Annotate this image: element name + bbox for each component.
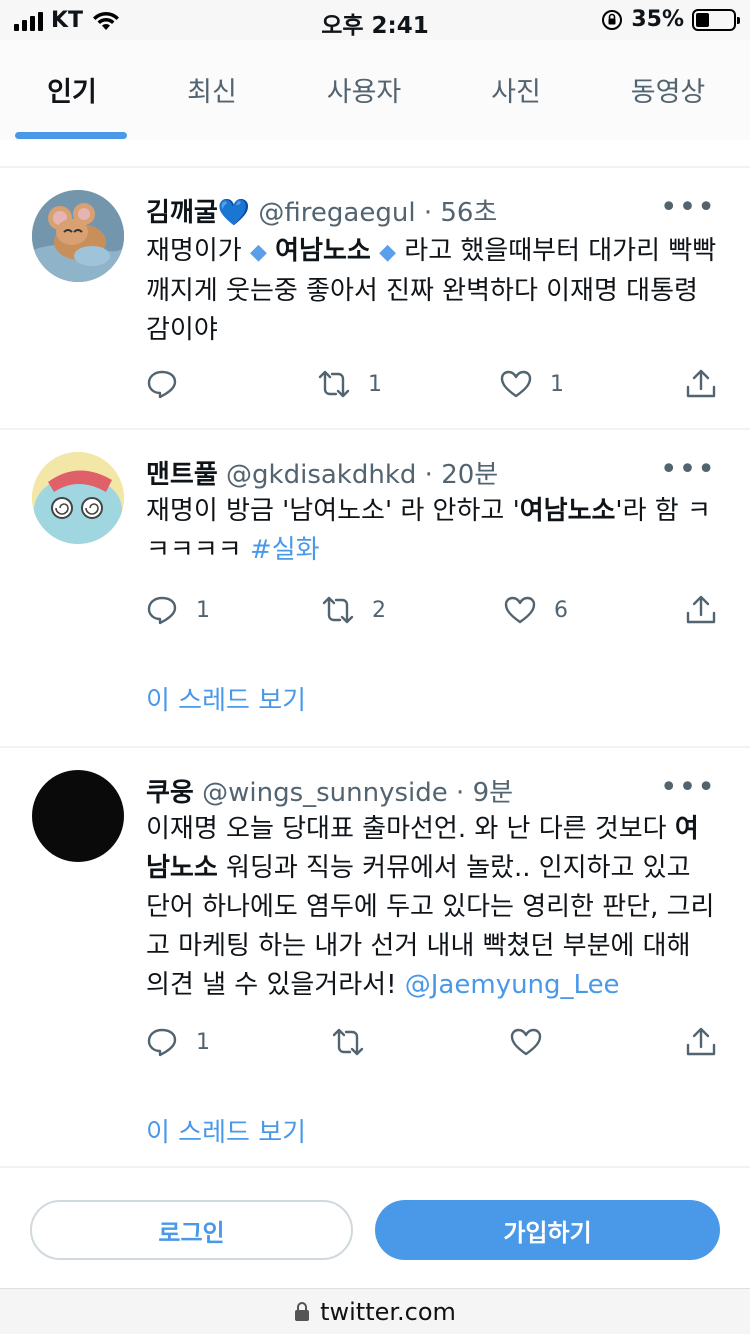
cartoon-avatar-image <box>32 452 124 544</box>
tab-latest[interactable]: 최신 <box>184 70 240 109</box>
signup-bar: 로그인 가입하기 <box>0 1170 750 1288</box>
tweet-text: 재명이가 ◆ 여남노소 ◆ 라고 했을때부터 대가리 빡빡 깨지게 웃는중 좋아… <box>146 232 721 350</box>
display-name[interactable]: 맨트풀 <box>146 460 218 490</box>
show-thread-link[interactable]: 이 스레드 보기 <box>146 680 306 717</box>
tweet-actions: 1 <box>146 1026 721 1066</box>
reply-button[interactable]: 1 <box>146 594 210 626</box>
like-button[interactable] <box>510 1026 542 1058</box>
signup-button[interactable]: 가입하기 <box>375 1200 720 1260</box>
tab-photos[interactable]: 사진 <box>488 70 544 109</box>
show-thread-link[interactable]: 이 스레드 보기 <box>146 1112 306 1149</box>
separator: · <box>424 460 433 490</box>
tweet[interactable]: 쿠웅 @wings_sunnyside · 9분 ••• 이재명 오늘 당대표 … <box>0 748 750 1168</box>
reply-count: 1 <box>196 1029 210 1055</box>
status-right: 35% <box>601 7 740 32</box>
reply-button[interactable] <box>146 368 196 400</box>
reply-count: 1 <box>196 597 210 623</box>
timestamp[interactable]: 9분 <box>473 778 513 808</box>
tweet-text: 이재명 오늘 당대표 출마선언. 와 난 다른 것보다 여남노소 워딩과 직능 … <box>146 810 721 1005</box>
separator: · <box>423 198 433 228</box>
reply-icon <box>147 370 177 399</box>
share-icon <box>686 595 716 624</box>
tweet[interactable]: 김깨굴💙 @firegaegul · 56초 ••• 재명이가 ◆ 여남노소 ◆… <box>0 168 750 430</box>
handle[interactable]: @wings_sunnyside <box>202 778 448 808</box>
bold-text: 여남노소 <box>275 236 371 266</box>
reply-icon <box>147 1028 177 1057</box>
retweet-count: 1 <box>368 371 382 397</box>
like-count: 1 <box>550 371 564 397</box>
lock-icon <box>295 1301 310 1321</box>
more-icon[interactable]: ••• <box>660 190 716 225</box>
timestamp[interactable]: 20분 <box>441 460 498 490</box>
avatar[interactable] <box>32 770 124 862</box>
tweet-header: 맨트풀 @gkdisakdhkd · 20분 <box>146 454 498 491</box>
text-segment: 재명이 방금 '남여노소' 라 안하고 ' <box>146 496 520 526</box>
retweet-button[interactable]: 1 <box>318 368 382 400</box>
mention-link[interactable]: @Jaemyung_Lee <box>405 970 620 1000</box>
reply-icon <box>147 596 177 625</box>
heart-icon <box>504 596 536 624</box>
share-button[interactable] <box>685 368 717 400</box>
tweet-actions: 1 1 <box>146 368 721 408</box>
like-button[interactable]: 6 <box>504 594 568 626</box>
share-icon <box>686 1027 716 1056</box>
tweet[interactable]: 맨트풀 @gkdisakdhkd · 20분 ••• 재명이 방금 '남여노소'… <box>0 430 750 748</box>
retweet-icon <box>322 596 354 624</box>
tab-videos[interactable]: 동영상 <box>626 70 710 109</box>
diamond-icon: ◆ <box>249 240 267 265</box>
share-icon <box>686 369 716 398</box>
search-tabs: 인기 최신 사용자 사진 동영상 <box>0 40 750 140</box>
more-icon[interactable]: ••• <box>660 770 716 805</box>
avatar[interactable] <box>32 452 124 544</box>
status-bar: KT 오후 2:41 35% <box>0 0 750 40</box>
text-segment: 이재명 오늘 당대표 출마선언. 와 난 다른 것보다 <box>146 814 675 844</box>
like-button[interactable]: 1 <box>500 368 564 400</box>
avatar[interactable] <box>32 190 124 282</box>
mouse-avatar-image <box>32 190 124 282</box>
retweet-count: 2 <box>372 597 386 623</box>
tweet-text: 재명이 방금 '남여노소' 라 안하고 '여남노소'라 함 ㅋㅋㅋㅋㅋ #실화 <box>146 492 721 570</box>
separator: · <box>456 778 465 808</box>
tweet-actions: 1 2 6 <box>146 594 721 634</box>
text-segment: 재명이가 <box>146 236 242 266</box>
display-name[interactable]: 김깨굴 <box>146 198 218 228</box>
url-bar[interactable]: twitter.com <box>0 1288 750 1334</box>
tweet-header: 김깨굴💙 @firegaegul · 56초 <box>146 192 497 229</box>
tweet-header: 쿠웅 @wings_sunnyside · 9분 <box>146 772 513 809</box>
retweet-icon <box>318 370 350 398</box>
active-tab-indicator <box>15 132 127 139</box>
retweet-button[interactable] <box>332 1026 364 1058</box>
timestamp[interactable]: 56초 <box>440 198 497 228</box>
diamond-icon: ◆ <box>379 240 397 265</box>
retweet-button[interactable]: 2 <box>322 594 386 626</box>
url-text: twitter.com <box>320 1297 456 1326</box>
display-name[interactable]: 쿠웅 <box>146 778 194 808</box>
tab-popular[interactable]: 인기 <box>46 70 98 109</box>
handle[interactable]: @gkdisakdhkd <box>226 460 416 490</box>
reply-button[interactable]: 1 <box>146 1026 210 1058</box>
share-button[interactable] <box>685 594 717 626</box>
orientation-lock-icon <box>602 9 623 30</box>
like-count: 6 <box>554 597 568 623</box>
more-icon[interactable]: ••• <box>660 452 716 487</box>
hashtag-link[interactable]: #실화 <box>250 535 320 565</box>
battery-fill <box>696 12 709 27</box>
tab-people[interactable]: 사용자 <box>322 70 406 109</box>
login-button[interactable]: 로그인 <box>30 1200 353 1260</box>
heart-icon <box>510 1028 542 1056</box>
heart-icon <box>500 370 532 398</box>
bold-text: 여남노소 <box>519 496 616 526</box>
handle[interactable]: @firegaegul <box>258 198 415 228</box>
blue-heart-emoji: 💙 <box>217 198 251 228</box>
retweet-icon <box>332 1028 364 1056</box>
battery-percent: 35% <box>631 7 684 32</box>
battery-icon <box>692 8 740 31</box>
share-button[interactable] <box>685 1026 717 1058</box>
